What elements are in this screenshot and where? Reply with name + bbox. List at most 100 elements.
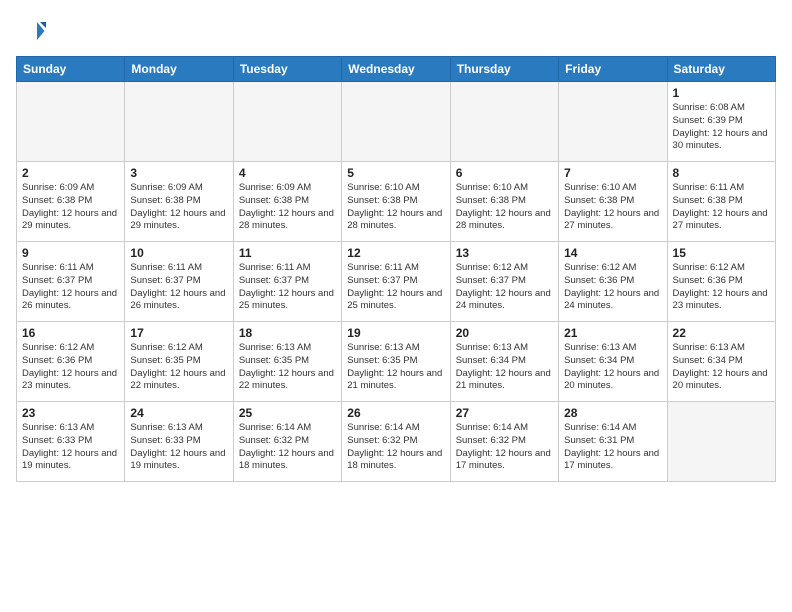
day-info: Sunrise: 6:11 AM Sunset: 6:37 PM Dayligh…	[22, 262, 119, 313]
day-info: Sunrise: 6:12 AM Sunset: 6:35 PM Dayligh…	[130, 342, 227, 393]
calendar-cell: 20 Sunrise: 6:13 AM Sunset: 6:34 PM Dayli…	[450, 322, 558, 402]
day-info: Sunrise: 6:12 AM Sunset: 6:37 PM Dayligh…	[456, 262, 553, 313]
week-row-3: 16 Sunrise: 6:12 AM Sunset: 6:36 PM Dayli…	[17, 322, 776, 402]
day-number: 12	[347, 246, 444, 260]
day-number: 19	[347, 326, 444, 340]
calendar-cell: 19 Sunrise: 6:13 AM Sunset: 6:35 PM Dayli…	[342, 322, 450, 402]
calendar-cell: 14Sunrise: 6:12 AM Sunset: 6:36 PM Dayli…	[559, 242, 667, 322]
calendar-cell: 7 Sunrise: 6:10 AM Sunset: 6:38 PM Daylig…	[559, 162, 667, 242]
calendar-cell: 3 Sunrise: 6:09 AM Sunset: 6:38 PM Daylig…	[125, 162, 233, 242]
calendar-cell: 18 Sunrise: 6:13 AM Sunset: 6:35 PM Dayli…	[233, 322, 341, 402]
calendar-cell: 12 Sunrise: 6:11 AM Sunset: 6:37 PM Dayli…	[342, 242, 450, 322]
calendar-cell: 13 Sunrise: 6:12 AM Sunset: 6:37 PM Dayli…	[450, 242, 558, 322]
calendar-cell: 10 Sunrise: 6:11 AM Sunset: 6:37 PM Dayli…	[125, 242, 233, 322]
day-info: Sunrise: 6:13 AM Sunset: 6:34 PM Dayligh…	[673, 342, 770, 393]
day-number: 11	[239, 246, 336, 260]
day-info: Sunrise: 6:09 AM Sunset: 6:38 PM Dayligh…	[130, 182, 227, 233]
day-info: Sunrise: 6:14 AM Sunset: 6:32 PM Dayligh…	[347, 422, 444, 473]
calendar-cell: 23 Sunrise: 6:13 AM Sunset: 6:33 PM Dayli…	[17, 402, 125, 482]
calendar-header-row: SundayMondayTuesdayWednesdayThursdayFrid…	[17, 57, 776, 82]
day-number: 22	[673, 326, 770, 340]
day-number: 6	[456, 166, 553, 180]
day-info: Sunrise: 6:10 AM Sunset: 6:38 PM Dayligh…	[347, 182, 444, 233]
day-info: Sunrise: 6:14 AM Sunset: 6:31 PM Dayligh…	[564, 422, 661, 473]
day-number: 24	[130, 406, 227, 420]
day-number: 14	[564, 246, 661, 260]
day-info: Sunrise: 6:11 AM Sunset: 6:38 PM Dayligh…	[673, 182, 770, 233]
day-number: 4	[239, 166, 336, 180]
day-header-tuesday: Tuesday	[233, 57, 341, 82]
day-number: 23	[22, 406, 119, 420]
day-info: Sunrise: 6:14 AM Sunset: 6:32 PM Dayligh…	[456, 422, 553, 473]
day-number: 1	[673, 86, 770, 100]
day-info: Sunrise: 6:11 AM Sunset: 6:37 PM Dayligh…	[130, 262, 227, 313]
day-info: Sunrise: 6:09 AM Sunset: 6:38 PM Dayligh…	[239, 182, 336, 233]
week-row-1: 2 Sunrise: 6:09 AM Sunset: 6:38 PM Daylig…	[17, 162, 776, 242]
calendar-cell: 5 Sunrise: 6:10 AM Sunset: 6:38 PM Daylig…	[342, 162, 450, 242]
day-number: 2	[22, 166, 119, 180]
week-row-2: 9 Sunrise: 6:11 AM Sunset: 6:37 PM Daylig…	[17, 242, 776, 322]
calendar-cell: 4 Sunrise: 6:09 AM Sunset: 6:38 PM Daylig…	[233, 162, 341, 242]
day-info: Sunrise: 6:13 AM Sunset: 6:33 PM Dayligh…	[22, 422, 119, 473]
day-header-sunday: Sunday	[17, 57, 125, 82]
day-header-wednesday: Wednesday	[342, 57, 450, 82]
calendar-cell: 17 Sunrise: 6:12 AM Sunset: 6:35 PM Dayli…	[125, 322, 233, 402]
day-number: 7	[564, 166, 661, 180]
day-info: Sunrise: 6:11 AM Sunset: 6:37 PM Dayligh…	[239, 262, 336, 313]
calendar-cell: 24 Sunrise: 6:13 AM Sunset: 6:33 PM Dayli…	[125, 402, 233, 482]
day-header-thursday: Thursday	[450, 57, 558, 82]
day-info: Sunrise: 6:12 AM Sunset: 6:36 PM Dayligh…	[22, 342, 119, 393]
calendar-cell: 2 Sunrise: 6:09 AM Sunset: 6:38 PM Daylig…	[17, 162, 125, 242]
day-info: Sunrise: 6:11 AM Sunset: 6:37 PM Dayligh…	[347, 262, 444, 313]
day-info: Sunrise: 6:14 AM Sunset: 6:32 PM Dayligh…	[239, 422, 336, 473]
day-number: 27	[456, 406, 553, 420]
day-number: 28	[564, 406, 661, 420]
day-header-saturday: Saturday	[667, 57, 775, 82]
calendar-cell: 16 Sunrise: 6:12 AM Sunset: 6:36 PM Dayli…	[17, 322, 125, 402]
day-number: 18	[239, 326, 336, 340]
day-number: 25	[239, 406, 336, 420]
day-number: 9	[22, 246, 119, 260]
calendar-cell: 27 Sunrise: 6:14 AM Sunset: 6:32 PM Dayli…	[450, 402, 558, 482]
day-header-monday: Monday	[125, 57, 233, 82]
day-info: Sunrise: 6:13 AM Sunset: 6:34 PM Dayligh…	[456, 342, 553, 393]
day-info: Sunrise: 6:10 AM Sunset: 6:38 PM Dayligh…	[456, 182, 553, 233]
day-info: Sunrise: 6:13 AM Sunset: 6:35 PM Dayligh…	[239, 342, 336, 393]
logo-icon	[16, 16, 46, 46]
calendar-cell	[559, 82, 667, 162]
calendar-cell: 22 Sunrise: 6:13 AM Sunset: 6:34 PM Dayli…	[667, 322, 775, 402]
day-number: 16	[22, 326, 119, 340]
day-number: 3	[130, 166, 227, 180]
day-number: 8	[673, 166, 770, 180]
day-number: 13	[456, 246, 553, 260]
day-info: Sunrise: 6:10 AM Sunset: 6:38 PM Dayligh…	[564, 182, 661, 233]
calendar-cell: 11 Sunrise: 6:11 AM Sunset: 6:37 PM Dayli…	[233, 242, 341, 322]
day-number: 20	[456, 326, 553, 340]
day-info: Sunrise: 6:13 AM Sunset: 6:34 PM Dayligh…	[564, 342, 661, 393]
calendar-cell	[450, 82, 558, 162]
day-number: 15	[673, 246, 770, 260]
day-info: Sunrise: 6:12 AM Sunset: 6:36 PM Dayligh…	[673, 262, 770, 313]
logo	[16, 16, 50, 46]
calendar-cell	[667, 402, 775, 482]
calendar-cell	[125, 82, 233, 162]
calendar-cell	[233, 82, 341, 162]
day-info: Sunrise: 6:13 AM Sunset: 6:33 PM Dayligh…	[130, 422, 227, 473]
calendar-cell: 8 Sunrise: 6:11 AM Sunset: 6:38 PM Daylig…	[667, 162, 775, 242]
calendar-cell	[17, 82, 125, 162]
day-info: Sunrise: 6:13 AM Sunset: 6:35 PM Dayligh…	[347, 342, 444, 393]
week-row-0: 1Sunrise: 6:08 AM Sunset: 6:39 PM Daylig…	[17, 82, 776, 162]
day-number: 5	[347, 166, 444, 180]
calendar-cell: 25 Sunrise: 6:14 AM Sunset: 6:32 PM Dayli…	[233, 402, 341, 482]
week-row-4: 23 Sunrise: 6:13 AM Sunset: 6:33 PM Dayli…	[17, 402, 776, 482]
day-info: Sunrise: 6:09 AM Sunset: 6:38 PM Dayligh…	[22, 182, 119, 233]
calendar-cell: 6 Sunrise: 6:10 AM Sunset: 6:38 PM Daylig…	[450, 162, 558, 242]
day-number: 26	[347, 406, 444, 420]
calendar-cell: 9 Sunrise: 6:11 AM Sunset: 6:37 PM Daylig…	[17, 242, 125, 322]
calendar-cell: 28 Sunrise: 6:14 AM Sunset: 6:31 PM Dayli…	[559, 402, 667, 482]
day-number: 17	[130, 326, 227, 340]
calendar-cell: 1Sunrise: 6:08 AM Sunset: 6:39 PM Daylig…	[667, 82, 775, 162]
day-number: 10	[130, 246, 227, 260]
calendar: SundayMondayTuesdayWednesdayThursdayFrid…	[16, 56, 776, 482]
calendar-cell: 15 Sunrise: 6:12 AM Sunset: 6:36 PM Dayli…	[667, 242, 775, 322]
